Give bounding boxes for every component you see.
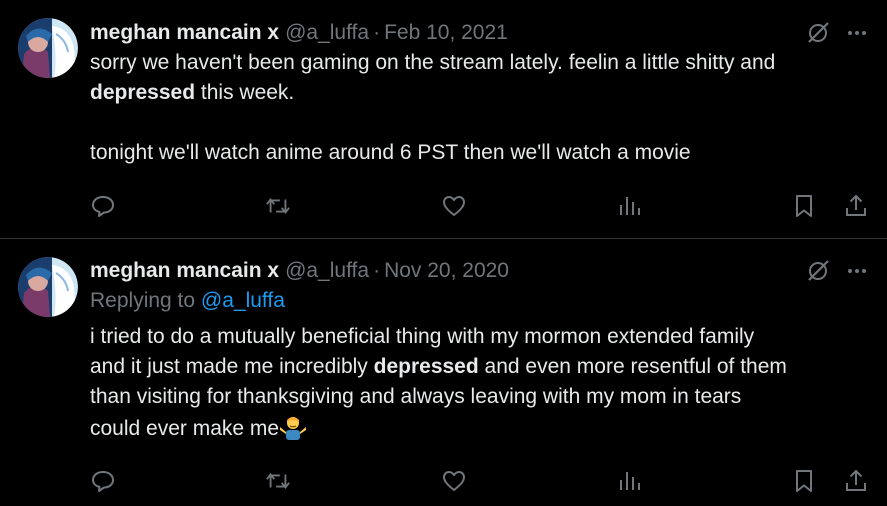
- grok-icon[interactable]: [805, 20, 831, 46]
- share-icon[interactable]: [843, 468, 869, 494]
- replying-handle-link[interactable]: @a_luffa: [201, 289, 285, 312]
- person-shrugging-emoji: [279, 412, 307, 440]
- tweet-content: meghan mancain x @a_luffa · Feb 10, 2021 s…: [90, 18, 869, 168]
- tweet-text-line: and it just made me incredibly: [90, 355, 374, 378]
- tweet-text-line: tonight we'll watch anime around 6 PST t…: [90, 141, 691, 164]
- tweet-content: meghan mancain x @a_luffa · Nov 20, 2020 R…: [90, 256, 869, 444]
- tweet-meta: @a_luffa · Nov 20, 2020: [285, 256, 509, 286]
- tweet-meta: @a_luffa · Feb 10, 2021: [285, 18, 508, 48]
- retweet-icon[interactable]: [265, 468, 291, 494]
- handle[interactable]: @a_luffa: [285, 21, 369, 44]
- grok-icon[interactable]: [805, 258, 831, 284]
- avatar[interactable]: [18, 257, 78, 317]
- tweet-actions: [90, 191, 869, 221]
- tweet-header: meghan mancain x @a_luffa · Feb 10, 2021: [90, 18, 869, 48]
- display-name[interactable]: meghan mancain x: [90, 18, 279, 48]
- tweet-text-line: could ever make me: [90, 417, 280, 440]
- header-icons: [805, 256, 869, 286]
- tweet-text-line: and even more resentful of them: [478, 355, 787, 378]
- tweet-header: meghan mancain x @a_luffa · Nov 20, 2020: [90, 256, 869, 286]
- tweet-text-line: i tried to do a mutually beneficial thin…: [90, 325, 755, 348]
- more-icon[interactable]: [845, 259, 869, 283]
- tweet-actions: [90, 466, 869, 496]
- replying-to: Replying to @a_luffa: [90, 286, 869, 316]
- actions-right: [791, 468, 869, 494]
- bookmark-icon[interactable]: [791, 193, 817, 219]
- avatar[interactable]: [18, 18, 78, 78]
- tweet-text-bold: depressed: [373, 355, 479, 378]
- retweet-icon[interactable]: [265, 193, 291, 219]
- like-icon[interactable]: [441, 468, 467, 494]
- tweet-text: sorry we haven't been gaming on the stre…: [90, 48, 869, 168]
- handle[interactable]: @a_luffa: [285, 259, 369, 282]
- bookmark-icon[interactable]: [791, 468, 817, 494]
- replying-label: Replying to: [90, 289, 201, 312]
- more-icon[interactable]: [845, 21, 869, 45]
- tweet-text-line: than visiting for thanksgiving and alway…: [90, 385, 742, 408]
- views-icon[interactable]: [616, 193, 642, 219]
- like-icon[interactable]: [441, 193, 467, 219]
- actions-right: [791, 193, 869, 219]
- separator: ·: [373, 259, 381, 282]
- reply-icon[interactable]: [90, 193, 116, 219]
- tweet-text: i tried to do a mutually beneficial thin…: [90, 322, 869, 444]
- share-icon[interactable]: [843, 193, 869, 219]
- header-icons: [805, 18, 869, 48]
- tweet-text-line: this week.: [195, 81, 295, 104]
- tweet-1[interactable]: meghan mancain x @a_luffa · Feb 10, 2021 s…: [0, 0, 887, 239]
- display-name[interactable]: meghan mancain x: [90, 256, 279, 286]
- separator: ·: [373, 21, 381, 44]
- timestamp[interactable]: Nov 20, 2020: [384, 259, 509, 282]
- views-icon[interactable]: [616, 468, 642, 494]
- reply-icon[interactable]: [90, 468, 116, 494]
- timestamp[interactable]: Feb 10, 2021: [384, 21, 508, 44]
- tweet-text-bold: depressed: [90, 81, 196, 104]
- tweet-text-line: sorry we haven't been gaming on the stre…: [90, 51, 776, 74]
